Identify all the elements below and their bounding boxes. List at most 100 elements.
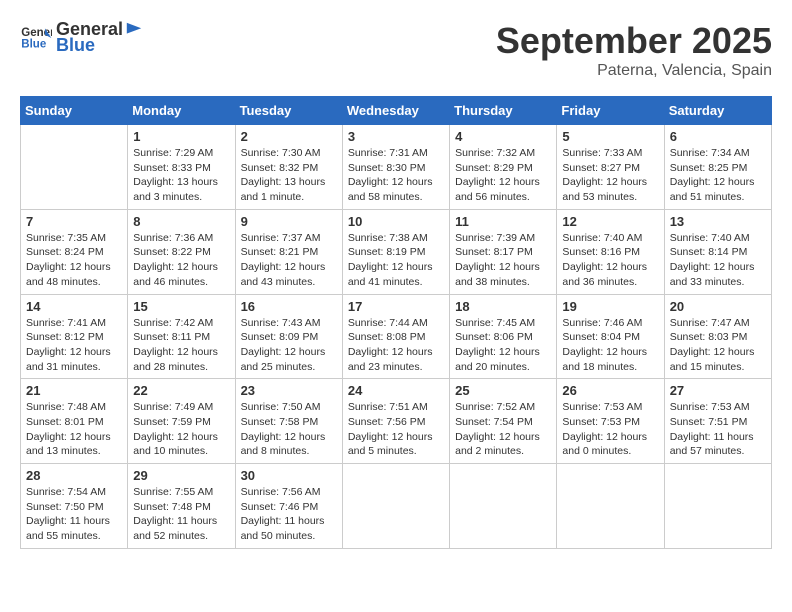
day-info: Sunrise: 7:35 AM Sunset: 8:24 PM Dayligh…	[26, 231, 122, 290]
day-number: 22	[133, 383, 229, 398]
calendar-cell: 22 Sunrise: 7:49 AM Sunset: 7:59 PM Dayli…	[128, 379, 235, 464]
calendar-cell: 4Sunrise: 7:32 AM Sunset: 8:29 PM Daylig…	[450, 125, 557, 210]
calendar-header-row: SundayMondayTuesdayWednesdayThursdayFrid…	[21, 97, 772, 125]
day-number: 2	[241, 129, 337, 144]
day-number: 30	[241, 468, 337, 483]
day-number: 17	[348, 299, 444, 314]
calendar-cell	[450, 464, 557, 549]
day-number: 27	[670, 383, 766, 398]
day-number: 3	[348, 129, 444, 144]
calendar-cell: 18 Sunrise: 7:45 AM Sunset: 8:06 PM Dayli…	[450, 294, 557, 379]
calendar-cell: 1Sunrise: 7:29 AM Sunset: 8:33 PM Daylig…	[128, 125, 235, 210]
day-number: 10	[348, 214, 444, 229]
weekday-header-tuesday: Tuesday	[235, 97, 342, 125]
day-info: Sunrise: 7:41 AM Sunset: 8:12 PM Dayligh…	[26, 316, 122, 375]
day-info: Sunrise: 7:36 AM Sunset: 8:22 PM Dayligh…	[133, 231, 229, 290]
calendar-week-row: 7 Sunrise: 7:35 AM Sunset: 8:24 PM Daylig…	[21, 209, 772, 294]
day-number: 11	[455, 214, 551, 229]
day-number: 7	[26, 214, 122, 229]
calendar-cell: 6 Sunrise: 7:34 AM Sunset: 8:25 PM Daylig…	[664, 125, 771, 210]
day-info: Sunrise: 7:34 AM Sunset: 8:25 PM Dayligh…	[670, 146, 766, 205]
day-info: Sunrise: 7:52 AM Sunset: 7:54 PM Dayligh…	[455, 400, 551, 459]
calendar-cell: 13 Sunrise: 7:40 AM Sunset: 8:14 PM Dayli…	[664, 209, 771, 294]
svg-text:Blue: Blue	[21, 38, 47, 50]
calendar-cell: 11 Sunrise: 7:39 AM Sunset: 8:17 PM Dayli…	[450, 209, 557, 294]
day-info: Sunrise: 7:45 AM Sunset: 8:06 PM Dayligh…	[455, 316, 551, 375]
location-title: Paterna, Valencia, Spain	[496, 62, 772, 80]
day-number: 14	[26, 299, 122, 314]
day-number: 6	[670, 129, 766, 144]
calendar-cell: 7 Sunrise: 7:35 AM Sunset: 8:24 PM Daylig…	[21, 209, 128, 294]
day-info: Sunrise: 7:50 AM Sunset: 7:58 PM Dayligh…	[241, 400, 337, 459]
day-number: 1	[133, 129, 229, 144]
day-number: 18	[455, 299, 551, 314]
day-info: Sunrise: 7:43 AM Sunset: 8:09 PM Dayligh…	[241, 316, 337, 375]
day-number: 25	[455, 383, 551, 398]
day-info: Sunrise: 7:44 AM Sunset: 8:08 PM Dayligh…	[348, 316, 444, 375]
calendar-cell: 3Sunrise: 7:31 AM Sunset: 8:30 PM Daylig…	[342, 125, 449, 210]
day-number: 9	[241, 214, 337, 229]
calendar-cell: 28 Sunrise: 7:54 AM Sunset: 7:50 PM Dayli…	[21, 464, 128, 549]
weekday-header-monday: Monday	[128, 97, 235, 125]
calendar-week-row: 21Sunrise: 7:48 AM Sunset: 8:01 PM Dayli…	[21, 379, 772, 464]
calendar-cell	[557, 464, 664, 549]
calendar-cell: 10 Sunrise: 7:38 AM Sunset: 8:19 PM Dayli…	[342, 209, 449, 294]
calendar-cell: 9 Sunrise: 7:37 AM Sunset: 8:21 PM Daylig…	[235, 209, 342, 294]
day-info: Sunrise: 7:42 AM Sunset: 8:11 PM Dayligh…	[133, 316, 229, 375]
day-number: 23	[241, 383, 337, 398]
calendar-week-row: 1Sunrise: 7:29 AM Sunset: 8:33 PM Daylig…	[21, 125, 772, 210]
day-info: Sunrise: 7:47 AM Sunset: 8:03 PM Dayligh…	[670, 316, 766, 375]
logo: General Blue General Blue	[20, 20, 143, 56]
calendar-cell: 25 Sunrise: 7:52 AM Sunset: 7:54 PM Dayli…	[450, 379, 557, 464]
day-info: Sunrise: 7:49 AM Sunset: 7:59 PM Dayligh…	[133, 400, 229, 459]
weekday-header-sunday: Sunday	[21, 97, 128, 125]
day-number: 13	[670, 214, 766, 229]
day-number: 5	[562, 129, 658, 144]
weekday-header-friday: Friday	[557, 97, 664, 125]
calendar-cell: 27 Sunrise: 7:53 AM Sunset: 7:51 PM Dayli…	[664, 379, 771, 464]
day-info: Sunrise: 7:53 AM Sunset: 7:53 PM Dayligh…	[562, 400, 658, 459]
day-info: Sunrise: 7:53 AM Sunset: 7:51 PM Dayligh…	[670, 400, 766, 459]
day-number: 28	[26, 468, 122, 483]
day-info: Sunrise: 7:30 AM Sunset: 8:32 PM Dayligh…	[241, 146, 337, 205]
weekday-header-wednesday: Wednesday	[342, 97, 449, 125]
day-info: Sunrise: 7:37 AM Sunset: 8:21 PM Dayligh…	[241, 231, 337, 290]
day-number: 15	[133, 299, 229, 314]
day-info: Sunrise: 7:56 AM Sunset: 7:46 PM Dayligh…	[241, 485, 337, 544]
day-info: Sunrise: 7:40 AM Sunset: 8:14 PM Dayligh…	[670, 231, 766, 290]
day-info: Sunrise: 7:39 AM Sunset: 8:17 PM Dayligh…	[455, 231, 551, 290]
calendar-week-row: 28 Sunrise: 7:54 AM Sunset: 7:50 PM Dayli…	[21, 464, 772, 549]
day-number: 24	[348, 383, 444, 398]
day-info: Sunrise: 7:55 AM Sunset: 7:48 PM Dayligh…	[133, 485, 229, 544]
calendar-cell	[664, 464, 771, 549]
calendar-cell: 5 Sunrise: 7:33 AM Sunset: 8:27 PM Daylig…	[557, 125, 664, 210]
calendar-cell: 20 Sunrise: 7:47 AM Sunset: 8:03 PM Dayli…	[664, 294, 771, 379]
calendar-cell: 17 Sunrise: 7:44 AM Sunset: 8:08 PM Dayli…	[342, 294, 449, 379]
day-info: Sunrise: 7:51 AM Sunset: 7:56 PM Dayligh…	[348, 400, 444, 459]
calendar-cell: 23 Sunrise: 7:50 AM Sunset: 7:58 PM Dayli…	[235, 379, 342, 464]
calendar-cell: 26 Sunrise: 7:53 AM Sunset: 7:53 PM Dayli…	[557, 379, 664, 464]
calendar-cell: 21Sunrise: 7:48 AM Sunset: 8:01 PM Dayli…	[21, 379, 128, 464]
calendar-cell: 12Sunrise: 7:40 AM Sunset: 8:16 PM Dayli…	[557, 209, 664, 294]
calendar-cell: 29Sunrise: 7:55 AM Sunset: 7:48 PM Dayli…	[128, 464, 235, 549]
calendar-cell: 8 Sunrise: 7:36 AM Sunset: 8:22 PM Daylig…	[128, 209, 235, 294]
calendar-week-row: 14 Sunrise: 7:41 AM Sunset: 8:12 PM Dayli…	[21, 294, 772, 379]
calendar-cell: 14 Sunrise: 7:41 AM Sunset: 8:12 PM Dayli…	[21, 294, 128, 379]
day-number: 4	[455, 129, 551, 144]
weekday-header-saturday: Saturday	[664, 97, 771, 125]
day-info: Sunrise: 7:46 AM Sunset: 8:04 PM Dayligh…	[562, 316, 658, 375]
day-info: Sunrise: 7:33 AM Sunset: 8:27 PM Dayligh…	[562, 146, 658, 205]
logo-blue-text: Blue	[56, 36, 143, 56]
day-number: 20	[670, 299, 766, 314]
calendar-cell: 19Sunrise: 7:46 AM Sunset: 8:04 PM Dayli…	[557, 294, 664, 379]
calendar-table: SundayMondayTuesdayWednesdayThursdayFrid…	[20, 96, 772, 549]
day-info: Sunrise: 7:54 AM Sunset: 7:50 PM Dayligh…	[26, 485, 122, 544]
weekday-header-thursday: Thursday	[450, 97, 557, 125]
day-number: 26	[562, 383, 658, 398]
logo-icon: General Blue	[20, 22, 52, 54]
calendar-cell: 16Sunrise: 7:43 AM Sunset: 8:09 PM Dayli…	[235, 294, 342, 379]
day-info: Sunrise: 7:38 AM Sunset: 8:19 PM Dayligh…	[348, 231, 444, 290]
day-number: 8	[133, 214, 229, 229]
calendar-cell	[342, 464, 449, 549]
day-info: Sunrise: 7:48 AM Sunset: 8:01 PM Dayligh…	[26, 400, 122, 459]
